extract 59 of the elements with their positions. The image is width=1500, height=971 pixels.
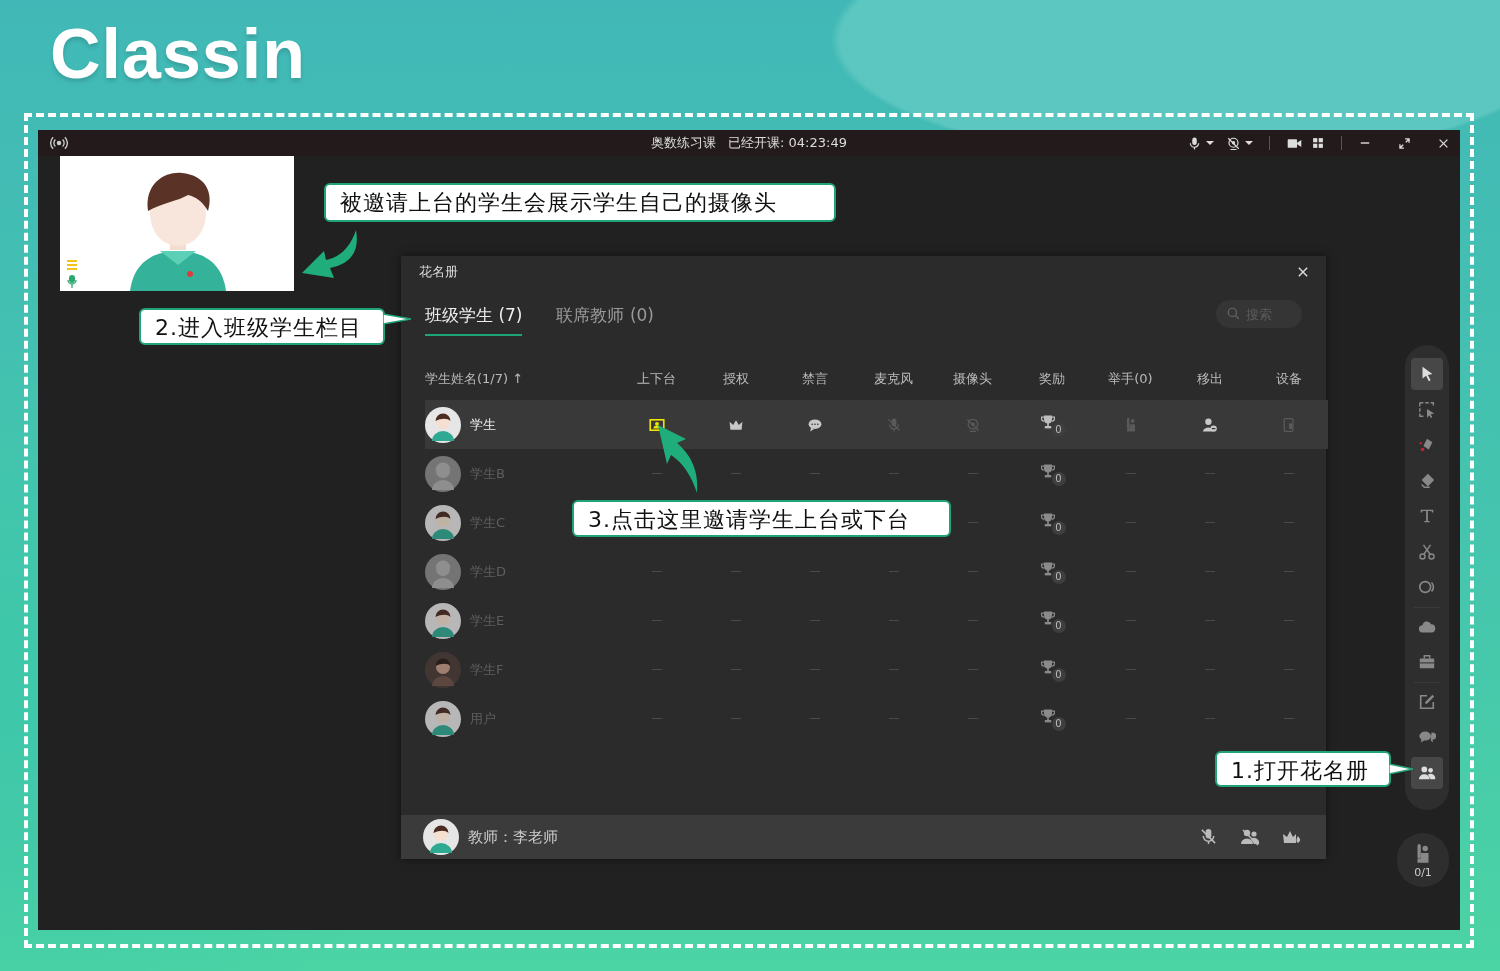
column-header: 上下台 [637,370,676,388]
avatar [425,406,461,443]
mic-off-icon[interactable] [1199,827,1218,846]
student-name: 学生 [470,415,496,434]
camera-off-button[interactable] [1226,135,1253,151]
avatar [425,602,461,639]
roster-tool[interactable] [1411,756,1443,789]
column-header: 授权 [722,370,749,388]
pointer-arrow [383,312,411,326]
search-icon [1226,306,1241,321]
mic-icon [1187,135,1202,151]
camera-off-icon [1226,135,1241,151]
restore-icon[interactable] [1398,136,1411,150]
remove-user-icon[interactable] [1201,416,1218,433]
avatar [425,651,461,688]
window-title: 奥数练习课 [651,134,717,152]
column-header[interactable]: 学生姓名(1/7) ↑ [425,370,524,388]
avatar [425,455,461,492]
stage-icon[interactable] [648,416,665,433]
raise-hand-button[interactable]: 0/1 [1397,833,1449,887]
dialog-title: 花名册 [419,263,458,281]
broadcast-icon [50,134,68,152]
people-off-icon[interactable] [1240,827,1260,847]
tab[interactable]: 联席教师 (0) [556,304,654,336]
column-header: 设备 [1275,370,1302,388]
avatar [425,504,461,541]
text-tool-icon [1418,507,1436,525]
edit-icon [1418,692,1436,711]
shape-icon [1418,578,1436,596]
eraser-icon [1418,471,1436,490]
caret-icon [1245,141,1253,145]
callout: 2.进入班级学生栏目 [139,308,385,345]
scissors-icon [1418,542,1436,561]
column-header: 禁言 [801,370,828,388]
avatar [425,553,461,590]
toolbox-icon [1418,653,1436,671]
column-header: 举手(0) [1108,370,1153,388]
column-header: 摄像头 [953,370,992,388]
volume-meter-icon [66,260,78,288]
avatar [423,819,459,855]
mic-button[interactable] [1187,135,1214,151]
avatar [425,700,461,737]
caret-icon [1206,141,1214,145]
callout: 1.打开花名册 [1215,751,1391,787]
logo: Classin [50,15,306,93]
pointer-arrow [1389,762,1413,776]
layout-icon[interactable] [1311,136,1325,150]
close-icon[interactable] [1296,265,1310,279]
chat-icon[interactable] [806,416,823,433]
teacher-name: 教师：李老师 [468,827,558,847]
select-area-icon [1418,400,1436,419]
class-timer: 已经开课: 04:23:49 [728,134,847,152]
pointer-tool[interactable] [1411,358,1443,390]
column-header: 移出 [1196,370,1223,388]
callout: 3.点击这里邀请学生上台或下台 [572,500,951,537]
callout: 被邀请上台的学生会展示学生自己的摄像头 [324,183,836,222]
column-header: 麦克风 [874,370,913,388]
tab[interactable]: 班级学生 (7) [425,304,523,336]
column-header: 奖励 [1038,370,1065,388]
